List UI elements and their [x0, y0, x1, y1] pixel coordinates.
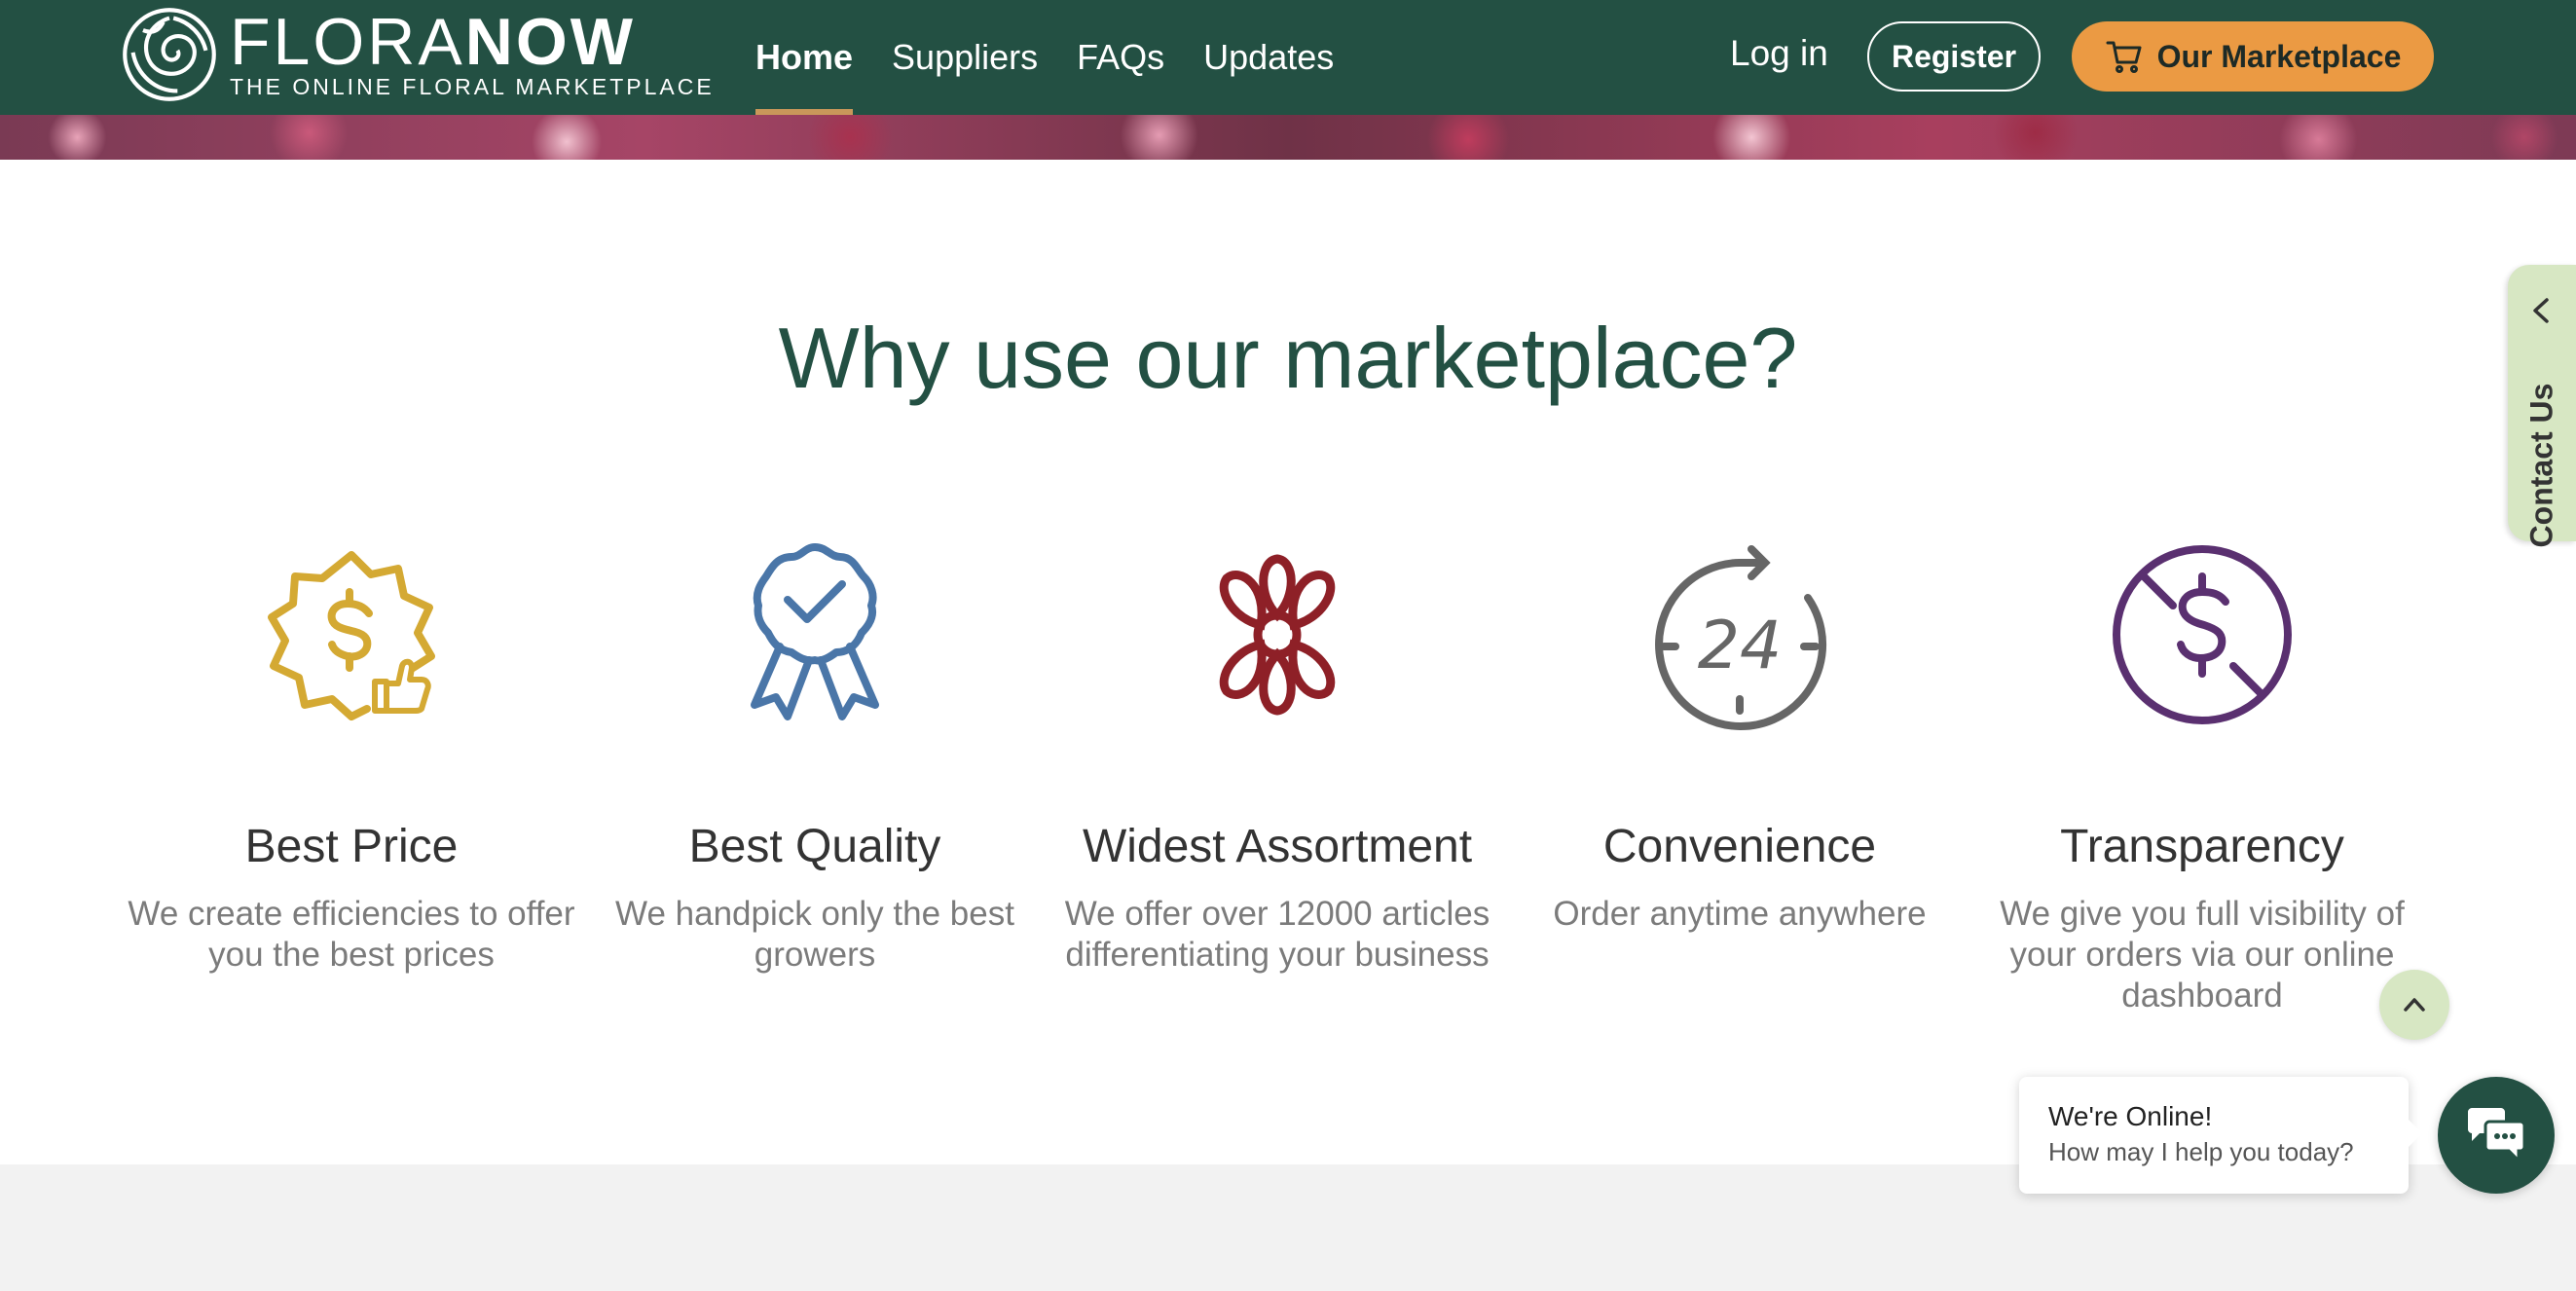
feature-title: Widest Assortment [1082, 821, 1473, 872]
feature-title: Convenience [1602, 821, 1877, 872]
our-marketplace-button[interactable]: Our Marketplace [2072, 21, 2434, 92]
feature-description: Order anytime anywhere [1553, 895, 1927, 933]
chevron-left-icon [2533, 298, 2549, 323]
site-header: FLORANOW THE ONLINE FLORAL MARKETPLACE H… [0, 0, 2576, 115]
login-link[interactable]: Log in [1730, 29, 1828, 78]
cart-icon [2106, 41, 2142, 73]
chat-subtitle: How may I help you today? [2048, 1137, 2354, 1166]
feature-convenience: 24 Convenience Order anytime anywhere [1516, 518, 1964, 935]
flower-icon [1219, 554, 1336, 716]
chevron-up-icon [2404, 998, 2425, 1012]
scroll-to-top-button[interactable] [2379, 970, 2449, 1040]
rose-logo-icon [123, 8, 216, 101]
feature-best-quality: Best Quality We handpick only the best g… [591, 518, 1039, 976]
chat-title: We're Online! [2048, 1101, 2213, 1131]
chat-greeting-bubble[interactable]: We're Online! How may I help you today? [2019, 1077, 2422, 1194]
feature-description: We give you full visibility of your orde… [2000, 895, 2405, 1014]
feature-description: We create efficiencies to offer you the … [128, 895, 575, 974]
logo-tagline: THE ONLINE FLORAL MARKETPLACE [230, 74, 715, 99]
feature-title: Best Quality [688, 821, 941, 872]
price-badge-icon [268, 551, 435, 720]
feature-widest-assortment: Widest Assortment We offer over 12000 ar… [1053, 518, 1501, 976]
chat-bubbles-icon [2468, 1108, 2526, 1164]
logo-wordmark: FLORANOW [230, 5, 636, 79]
award-ribbon-icon [751, 543, 879, 720]
chat-open-button[interactable] [2438, 1077, 2555, 1194]
feature-description: We handpick only the best growers [615, 895, 1014, 974]
hero-image-strip [0, 115, 2576, 160]
main-nav: Home Suppliers FAQs Updates [755, 0, 1373, 115]
nav-home[interactable]: Home [755, 0, 854, 115]
contact-us-tab[interactable]: Contact Us [2508, 265, 2576, 547]
feature-title: Transparency [2060, 821, 2344, 872]
no-hidden-fees-icon [2113, 545, 2292, 724]
logo[interactable]: FLORANOW THE ONLINE FLORAL MARKETPLACE [119, 6, 715, 103]
feature-title: Best Price [244, 821, 459, 872]
nav-suppliers[interactable]: Suppliers [892, 0, 1038, 115]
section-title: Why use our marketplace? [778, 310, 1798, 406]
nav-updates[interactable]: Updates [1203, 0, 1334, 115]
nav-faqs[interactable]: FAQs [1077, 0, 1164, 115]
feature-best-price: Best Price We create efficiencies to off… [128, 518, 575, 976]
register-button[interactable]: Register [1867, 21, 2041, 92]
our-marketplace-label: Our Marketplace [2156, 38, 2402, 74]
feature-description: We offer over 12000 articles differentia… [1064, 895, 1490, 974]
clock-24-label: 24 [1698, 608, 1783, 684]
clock-24-icon: 24 [1655, 545, 1827, 730]
contact-us-label: Contact Us [2523, 383, 2559, 548]
feature-transparency: Transparency We give you full visibility… [1978, 518, 2426, 1016]
